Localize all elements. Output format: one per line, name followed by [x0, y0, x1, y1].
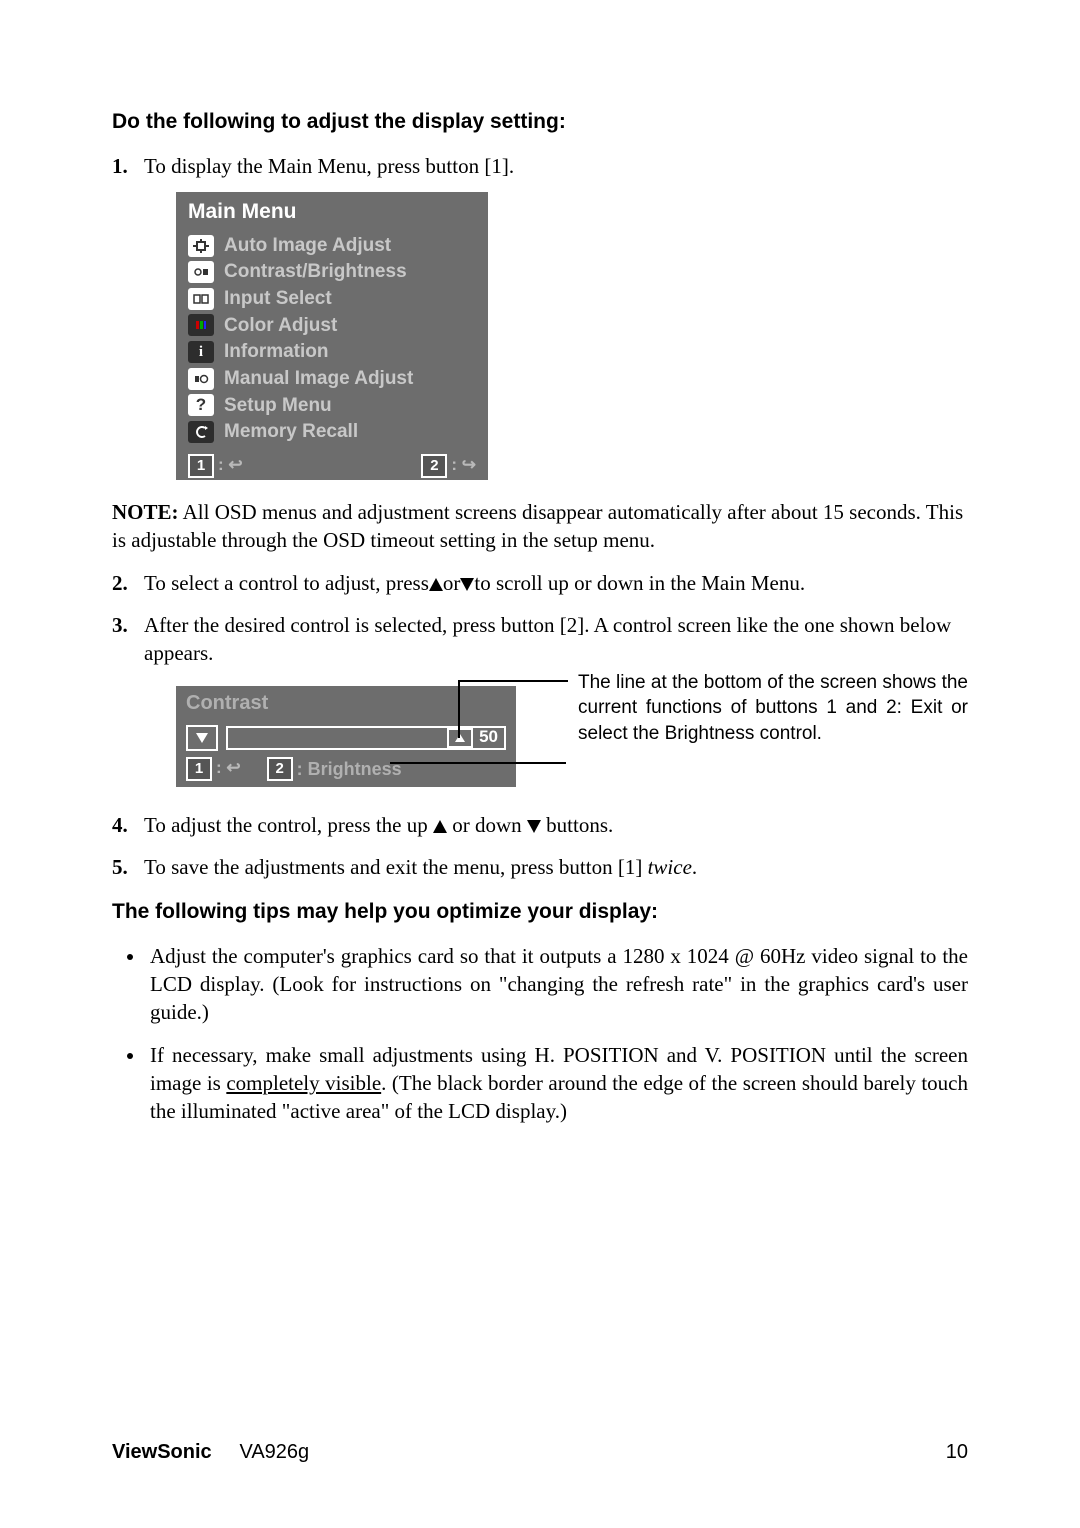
step-1-text: To display the Main Menu, press button [… — [144, 154, 514, 178]
osd-footer: 1: ↩ 2: ↪ — [176, 450, 488, 480]
note-block: NOTE: All OSD menus and adjustment scree… — [112, 498, 968, 555]
osd-item-label: Contrast/Brightness — [224, 259, 407, 285]
triangle-down-icon — [460, 578, 474, 591]
step-4-c: buttons. — [541, 813, 613, 837]
key-2: 2 — [421, 454, 447, 478]
brightness-label: : Brightness — [297, 757, 402, 781]
osd-item-input-select: Input Select — [176, 286, 488, 313]
footer-page-number: 10 — [946, 1441, 968, 1464]
section-heading: Do the following to adjust the display s… — [112, 110, 968, 134]
key-1: 1 — [188, 454, 214, 478]
exit-icon: : ↩ — [218, 454, 243, 477]
note-label: NOTE: — [112, 500, 179, 524]
increase-indicator-icon — [447, 728, 473, 748]
step-5-twice: twice — [648, 855, 692, 879]
target-icon — [188, 235, 214, 257]
key-2: 2 — [267, 757, 293, 781]
connector-line-icon — [390, 762, 566, 764]
tip-1: Adjust the computer's graphics card so t… — [146, 942, 968, 1027]
decrease-button — [186, 725, 218, 751]
footer-model: VA926g — [239, 1441, 309, 1463]
exit-icon: : ↩ — [216, 757, 241, 780]
recall-icon — [188, 421, 214, 443]
osd-item-label: Setup Menu — [224, 393, 332, 419]
connector-line-icon — [458, 680, 568, 682]
step-4: To adjust the control, press the up or d… — [112, 811, 968, 839]
step-5-a: To save the adjustments and exit the men… — [144, 855, 648, 879]
color-icon — [188, 314, 214, 336]
tips-heading: The following tips may help you optimize… — [112, 900, 968, 924]
step-2: To select a control to adjust, press orto… — [112, 569, 968, 597]
tip-2: If necessary, make small adjustments usi… — [146, 1041, 968, 1126]
input-icon — [188, 288, 214, 310]
osd-contrast-panel: Contrast 50 1: ↩ 2: Brightness — [176, 686, 516, 787]
step-2-a: To select a control to adjust, press — [144, 571, 429, 595]
enter-icon: : ↪ — [451, 454, 476, 477]
step-3-text: After the desired control is selected, p… — [144, 613, 951, 665]
osd-main-menu: Main Menu Auto Image Adjust Contrast/Bri… — [176, 192, 488, 479]
manual-adjust-icon — [188, 368, 214, 390]
step-1: To display the Main Menu, press button [… — [112, 152, 968, 480]
triangle-up-icon — [433, 820, 447, 833]
note-text: All OSD menus and adjustment screens dis… — [112, 500, 963, 552]
osd-item-label: Color Adjust — [224, 313, 337, 339]
step-2-c: to scroll up or down in the Main Menu. — [474, 571, 805, 595]
annotation: The line at the bottom of the screen sho… — [516, 668, 968, 747]
osd-item-color-adjust: Color Adjust — [176, 313, 488, 340]
osd-item-manual-image-adjust: Manual Image Adjust — [176, 366, 488, 393]
triangle-down-icon — [527, 820, 541, 833]
step-5: To save the adjustments and exit the men… — [112, 853, 968, 881]
brightness-icon — [188, 261, 214, 283]
osd-item-auto-image-adjust: Auto Image Adjust — [176, 233, 488, 260]
osd-item-label: Memory Recall — [224, 419, 358, 445]
triangle-up-icon — [429, 578, 443, 591]
step-2-b: or — [443, 571, 461, 595]
osd-item-label: Auto Image Adjust — [224, 233, 391, 259]
tip-2-underline: completely visible — [226, 1071, 381, 1095]
info-icon: i — [188, 341, 214, 363]
footer-brand: ViewSonic — [112, 1441, 212, 1463]
osd-title: Main Menu — [176, 192, 488, 232]
osd-item-label: Input Select — [224, 286, 332, 312]
step-4-b: or down — [447, 813, 527, 837]
osd-item-information: i Information — [176, 339, 488, 366]
contrast-value: 50 — [479, 726, 498, 749]
value-bar: 50 — [226, 726, 506, 750]
osd-item-label: Information — [224, 339, 329, 365]
annotation-text: The line at the bottom of the screen sho… — [578, 672, 968, 744]
step-5-c: . — [692, 855, 697, 879]
question-icon: ? — [188, 394, 214, 416]
osd-item-setup-menu: ? Setup Menu — [176, 393, 488, 420]
osd-item-contrast-brightness: Contrast/Brightness — [176, 259, 488, 286]
step-4-a: To adjust the control, press the up — [144, 813, 433, 837]
key-1: 1 — [186, 757, 212, 781]
page-footer: ViewSonic VA926g 10 — [112, 1441, 968, 1464]
step-3: After the desired control is selected, p… — [112, 611, 968, 797]
osd-item-memory-recall: Memory Recall — [176, 419, 488, 446]
osd-item-label: Manual Image Adjust — [224, 366, 413, 392]
contrast-title: Contrast — [176, 686, 516, 725]
